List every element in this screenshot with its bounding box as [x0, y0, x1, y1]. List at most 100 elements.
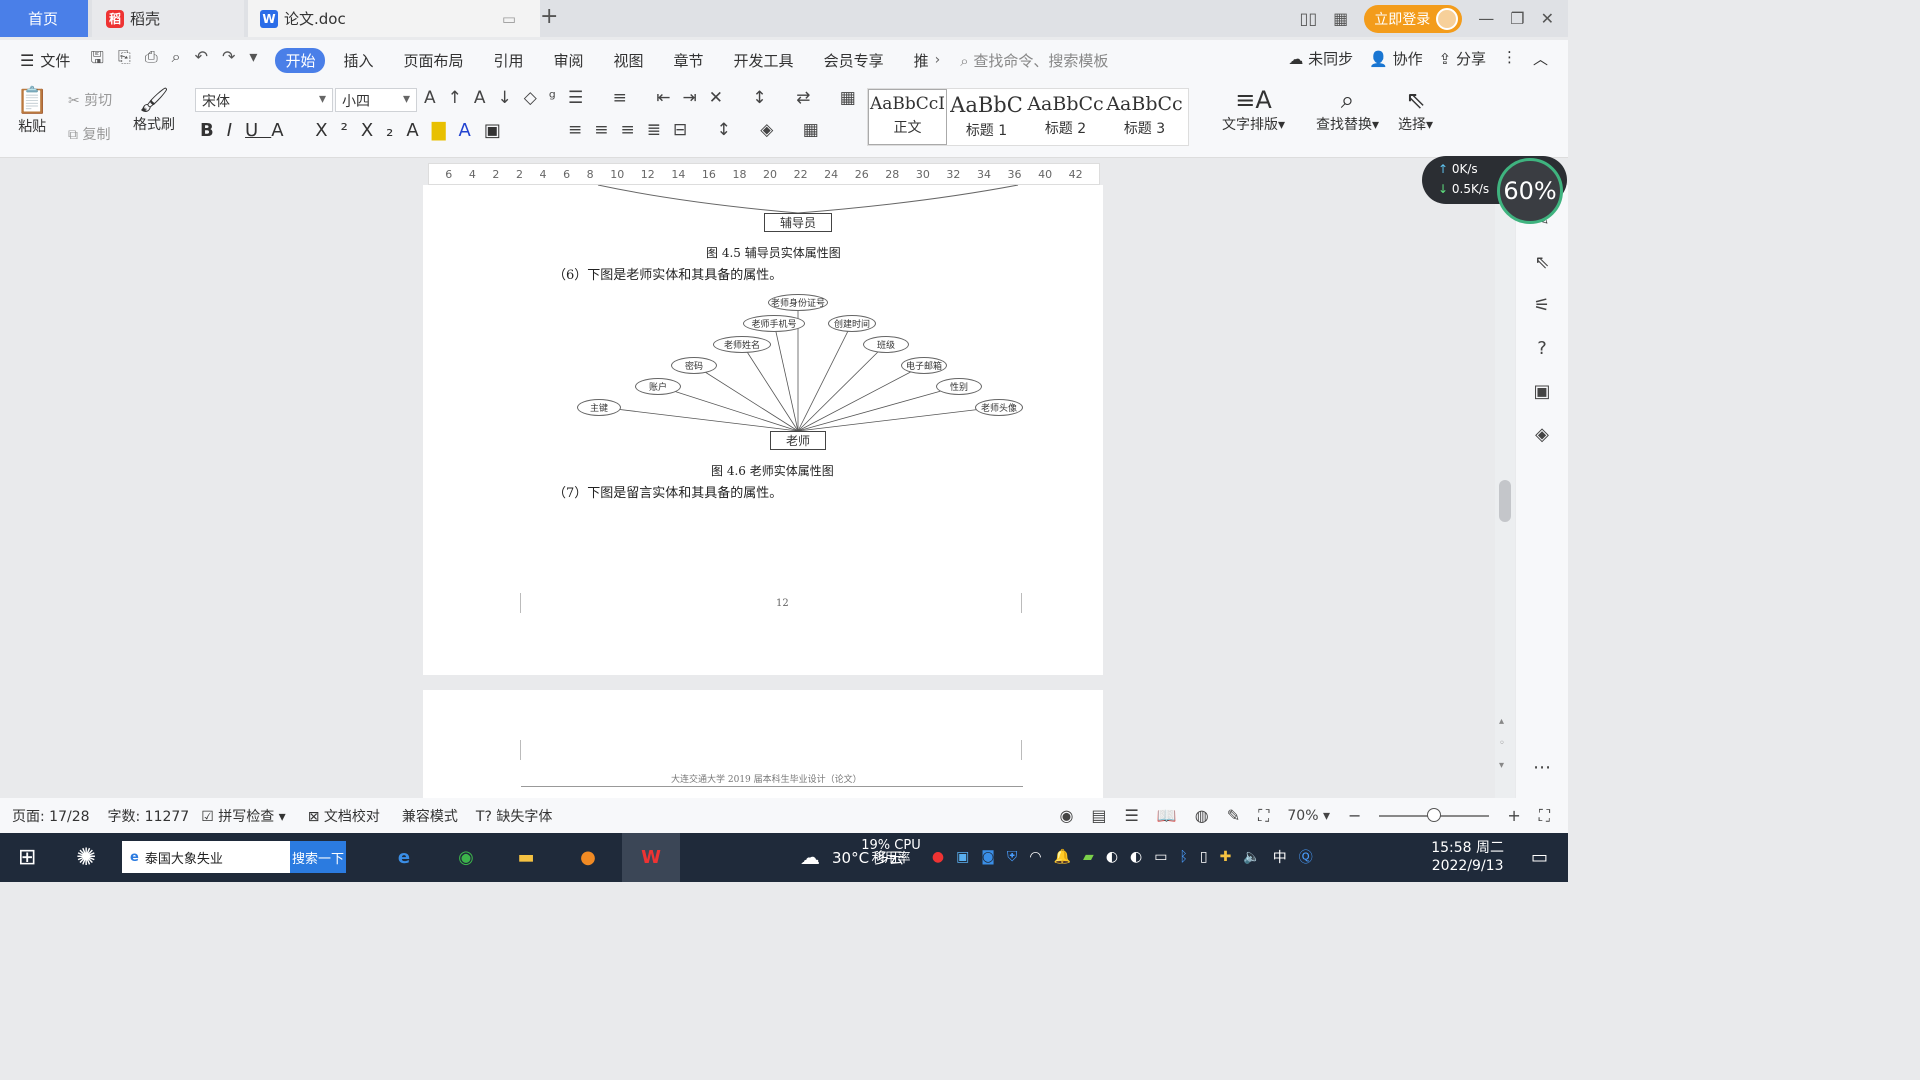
ie-browser-icon[interactable]: e — [386, 839, 422, 875]
undo-icon[interactable]: ↶ — [195, 47, 208, 74]
save-icon[interactable]: 🖫 — [90, 47, 104, 74]
network-speed-widget[interactable]: ↑ 0K/s ↓ 0.5K/s 60% — [1422, 156, 1567, 224]
style-heading2[interactable]: AaBbCc 标题 2 — [1026, 89, 1105, 145]
horizontal-ruler[interactable]: 6 4 2 2 4 6 8 10 12 14 16 18 20 22 24 26 28 30 32 34 36 40 42 — [428, 163, 1100, 185]
web-view-icon[interactable]: ◍ — [1195, 806, 1209, 825]
eye-icon[interactable]: ◉ — [1059, 806, 1073, 825]
ime-indicator[interactable]: 中 — [1273, 847, 1287, 867]
apps-grid-icon[interactable]: ▦ — [1333, 9, 1348, 28]
sync-button[interactable]: ☁ 未同步 — [1288, 48, 1353, 69]
redo-icon[interactable]: ↷ — [222, 47, 235, 74]
taskbar-clock[interactable]: 15:58 周二 2022/9/13 — [1431, 839, 1504, 875]
scroll-nav[interactable]: ▴ ◦ ▾ — [1499, 711, 1505, 777]
screen-icon[interactable]: ▭ — [502, 10, 516, 28]
format-painter-button[interactable]: 🖌 格式刷 — [133, 86, 175, 134]
notification-bell-icon[interactable]: 🔔 — [1054, 849, 1071, 865]
file-menu[interactable]: 文件 — [40, 50, 70, 71]
settings-slider-icon[interactable]: ⚟ — [1534, 295, 1550, 316]
font-name-select[interactable]: 宋体 ▾ — [195, 88, 333, 112]
zoom-out-icon[interactable]: − — [1348, 806, 1361, 825]
page-view-icon[interactable]: ▤ — [1091, 806, 1106, 825]
zoom-slider-thumb[interactable] — [1427, 807, 1442, 822]
wps-taskbar-icon[interactable]: W — [622, 833, 680, 882]
compass-icon[interactable]: ◈ — [1535, 424, 1549, 445]
more-icon[interactable]: ⋮ — [1502, 48, 1517, 69]
menu-review[interactable]: 审阅 — [554, 50, 584, 71]
action-center-icon[interactable]: ▭ — [1531, 847, 1548, 868]
zoom-slider[interactable] — [1379, 807, 1490, 822]
windows-start-icon[interactable]: ⊞ — [18, 845, 36, 870]
page-count[interactable]: 页面: 17/28 — [12, 806, 90, 826]
zoom-select[interactable]: 70% ▾ — [1287, 808, 1330, 824]
close-icon[interactable]: ✕ — [1541, 9, 1554, 28]
login-button[interactable]: 立即登录 — [1364, 4, 1463, 33]
command-search[interactable]: ⌕ 查找命令、搜索模板 — [960, 50, 1108, 71]
bluetooth-icon[interactable]: ᛒ — [1180, 849, 1188, 865]
tab-home[interactable]: 首页 — [0, 0, 88, 37]
find-replace-button[interactable]: ⌕ 查找替换▾ — [1316, 86, 1379, 134]
tray-app-icon[interactable]: ✚ — [1220, 849, 1232, 865]
menu-view[interactable]: 视图 — [614, 50, 644, 71]
missing-font-button[interactable]: T? 缺失字体 — [476, 806, 552, 826]
tomato-app-icon[interactable]: ● — [570, 839, 606, 875]
copy-button[interactable]: ⧉ 复制 — [68, 124, 110, 144]
menu-reference[interactable]: 引用 — [493, 50, 523, 71]
help-icon[interactable]: ? — [1537, 338, 1547, 359]
tab-document[interactable]: W 论文.doc ▭ — [248, 0, 540, 37]
file-explorer-icon[interactable]: ▬ — [508, 839, 544, 875]
wifi-icon[interactable]: ◠ — [1029, 849, 1041, 865]
menu-insert[interactable]: 插入 — [343, 50, 373, 71]
collapse-ribbon-icon[interactable]: ︿ — [1533, 48, 1548, 69]
minimize-icon[interactable]: — — [1478, 9, 1494, 28]
zoom-in-icon[interactable]: + — [1507, 806, 1520, 825]
spell-check-button[interactable]: ☑ 拼写检查 ▾ — [201, 806, 286, 826]
restore-icon[interactable]: ❐ — [1510, 9, 1524, 28]
image-icon[interactable]: ▣ — [1533, 381, 1550, 402]
paste-button[interactable]: 📋 粘贴 — [16, 86, 48, 136]
input-method-icon[interactable]: Ⓠ — [1299, 847, 1313, 867]
hamburger-icon[interactable]: ☰ — [20, 51, 34, 70]
menu-devtools[interactable]: 开发工具 — [734, 50, 794, 71]
list-tools-row[interactable]: ☰ ≡ ⇤⇥✕ ↕ ⇄ ▦ — [568, 88, 868, 108]
customize-icon[interactable]: ▾ — [249, 47, 257, 74]
style-normal[interactable]: AaBbCcI 正文 — [868, 89, 947, 145]
battery-icon[interactable]: ▭ — [1154, 849, 1167, 865]
cursor-icon[interactable]: ⇖ — [1534, 252, 1549, 273]
more-dots-icon[interactable]: ⋯ — [1533, 757, 1551, 778]
pen-view-icon[interactable]: ✎ — [1227, 806, 1240, 825]
taskbar-search-button[interactable]: 搜索一下 — [290, 841, 346, 873]
proof-button[interactable]: ⊠ 文档校对 — [308, 806, 380, 826]
format-tools-row[interactable]: BIUA X²X₂A▇A▣ — [200, 120, 514, 141]
taskbar-search-input[interactable]: e 泰国大象失业 — [122, 841, 290, 873]
word-count[interactable]: 字数: 11277 — [108, 806, 190, 826]
layout-icon[interactable]: ▯▯ — [1300, 9, 1318, 28]
pinwheel-app-icon[interactable]: ✺ — [76, 843, 96, 871]
vertical-scrollbar[interactable]: ▴ ◦ ▾ — [1495, 185, 1515, 798]
browser-icon[interactable]: ◉ — [448, 839, 484, 875]
menu-start[interactable]: 开始 — [275, 47, 326, 73]
fit-icon[interactable]: ⛶ — [1258, 806, 1269, 826]
print-icon[interactable]: ⎙ — [145, 47, 158, 74]
tray-app-icon[interactable]: ▣ — [956, 849, 969, 865]
menu-more-icon[interactable]: › — [935, 52, 941, 68]
outline-view-icon[interactable]: ☰ — [1125, 806, 1139, 825]
volume-icon[interactable]: 🔈 — [1243, 849, 1260, 865]
style-heading3[interactable]: AaBbCc 标题 3 — [1105, 89, 1184, 145]
tray-app-icon[interactable]: ◙ — [981, 849, 995, 865]
qq-icon[interactable]: ◐ — [1106, 849, 1118, 865]
select-button[interactable]: ⇖ 选择▾ — [1398, 86, 1433, 134]
font-tools-row[interactable]: A↑A↓◇ᵍ — [424, 88, 568, 108]
menu-member[interactable]: 会员专享 — [824, 50, 884, 71]
nvidia-icon[interactable]: ▰ — [1083, 849, 1094, 865]
align-tools-row[interactable]: ≡≡≡≣⊟ ↕ ◈ ▦ — [568, 120, 831, 140]
export-icon[interactable]: ⎘ — [118, 47, 131, 74]
font-size-select[interactable]: 小四 ▾ — [335, 88, 417, 112]
menu-chapter[interactable]: 章节 — [674, 50, 704, 71]
fullscreen-icon[interactable]: ⛶ — [1539, 806, 1550, 826]
shield-icon[interactable]: ⛨ — [1007, 849, 1018, 865]
tray-app-icon[interactable]: ● — [932, 849, 944, 865]
collab-button[interactable]: 👤 协作 — [1369, 48, 1422, 69]
preview-icon[interactable]: ⌕ — [172, 47, 181, 74]
read-view-icon[interactable]: 📖 — [1157, 806, 1177, 825]
tab-daoke[interactable]: 稻稻壳 — [92, 0, 244, 37]
